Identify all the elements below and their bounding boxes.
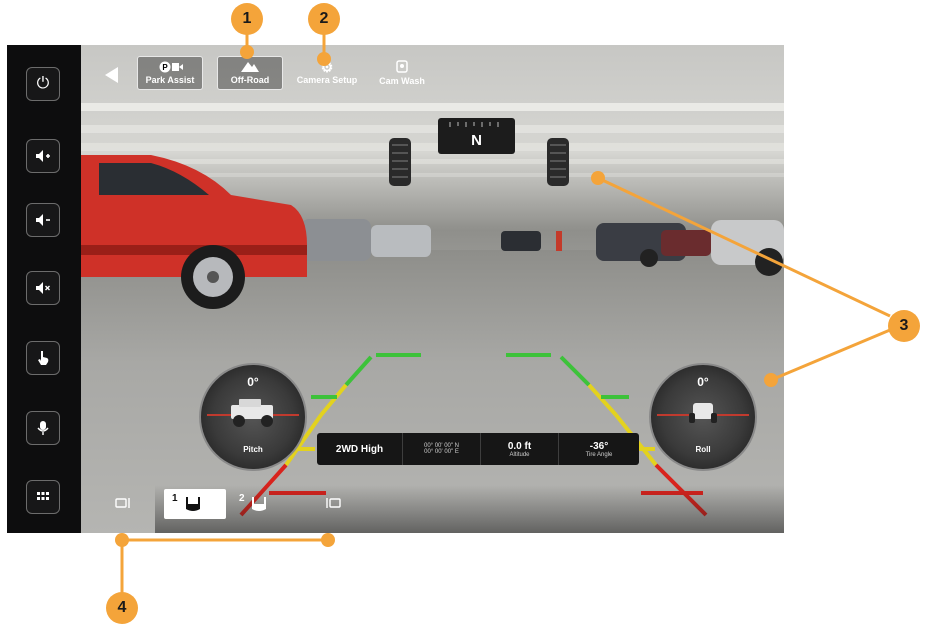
callout-4-anchor-right xyxy=(321,533,335,547)
callout-lines xyxy=(120,18,891,594)
callout-2: 2 xyxy=(308,3,340,35)
callout-3: 3 xyxy=(888,310,920,342)
callout-1: 1 xyxy=(231,3,263,35)
callout-2-anchor xyxy=(317,52,331,66)
callout-3-anchor-top xyxy=(591,171,605,185)
callout-4-anchor-left xyxy=(115,533,129,547)
callout-1-anchor xyxy=(240,45,254,59)
callout-4: 4 xyxy=(106,592,138,624)
callout-3-anchor-bottom xyxy=(764,373,778,387)
